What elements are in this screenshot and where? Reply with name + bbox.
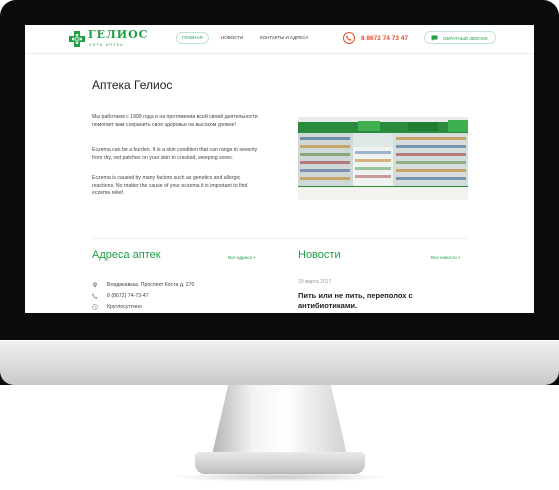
address-hours: Круглосуточно	[107, 304, 142, 310]
monitor-shadow	[170, 472, 390, 482]
about-paragraph-3: Eczema is caused by many factors such as…	[92, 175, 248, 197]
website-screen: ГЕЛИОС СЕТЬ АПТЕК ГЛАВНАЯ НОВОСТИ КОНТАК…	[25, 25, 534, 313]
logo-subtitle: СЕТЬ АПТЕК	[89, 42, 124, 47]
address-phone-row: 8 (8672) 74-73-47	[92, 292, 282, 300]
news-date: 29 марта 2017	[298, 279, 332, 285]
address-hours-row: Круглосуточно	[92, 303, 282, 311]
header-phone-number[interactable]: 8 8672 74 73 47	[361, 35, 408, 43]
logo-title[interactable]: ГЕЛИОС	[88, 29, 148, 41]
pharmacy-cross-icon[interactable]	[69, 31, 85, 47]
nav-news[interactable]: НОВОСТИ	[221, 34, 243, 42]
address-phone[interactable]: 8 (8672) 74-73-47	[107, 292, 149, 300]
nav-contacts[interactable]: КОНТАКТЫ И АДРЕСА	[260, 34, 308, 42]
clock-icon	[92, 304, 98, 310]
address-row: Владикавказ, Проспект Коста д. 270	[92, 281, 282, 289]
monitor-base	[195, 452, 365, 474]
address-text: Владикавказ, Проспект Коста д. 270	[107, 282, 195, 288]
news-headline[interactable]: Пить или не пить, переполох с антибиотик…	[298, 291, 448, 310]
about-paragraph-2: Eczema can be a burden. It is a skin con…	[92, 147, 258, 161]
phone-icon	[92, 293, 98, 299]
callback-label: ОБРАТНЫЙ ЗВОНОК	[443, 36, 488, 41]
all-addresses-link[interactable]: Все адреса >	[228, 255, 256, 261]
pharmacy-interior-photo	[298, 117, 468, 200]
callback-button[interactable]: ОБРАТНЫЙ ЗВОНОК	[424, 31, 496, 44]
page-title: Аптека Гелиос	[92, 78, 173, 92]
section-divider	[92, 238, 468, 239]
news-title: Новости	[298, 249, 341, 261]
about-paragraph-1: Мы работаем с 1999 года и на протяжении …	[92, 114, 258, 128]
addresses-title: Адреса аптек	[92, 249, 161, 261]
monitor-chin	[0, 340, 559, 385]
all-news-link[interactable]: Все новости >	[431, 255, 461, 261]
phone-icon	[343, 32, 355, 44]
nav-home[interactable]: ГЛАВНАЯ	[176, 32, 209, 44]
site-header: ГЕЛИОС СЕТЬ АПТЕК ГЛАВНАЯ НОВОСТИ КОНТАК…	[25, 25, 534, 54]
monitor-stand	[212, 385, 347, 455]
chat-icon	[431, 35, 438, 41]
location-pin-icon	[93, 282, 97, 288]
